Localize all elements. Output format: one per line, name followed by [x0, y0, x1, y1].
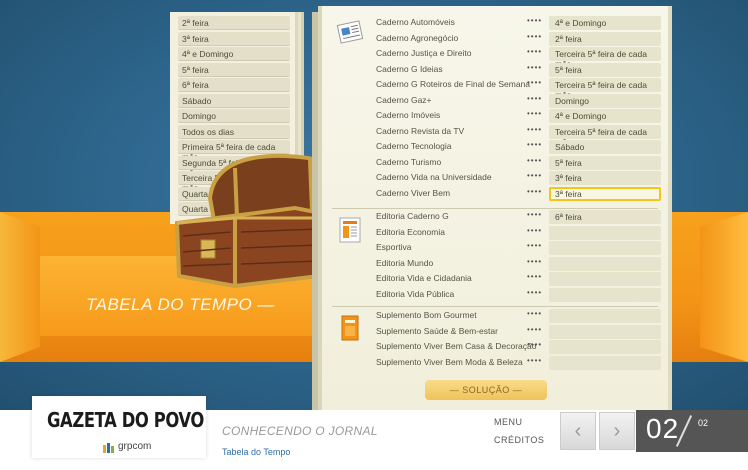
row-label: Suplemento Viver Bem Casa & Decoração — [376, 341, 537, 351]
answer-slot[interactable]: Terceira 5ª feira de cada mês — [549, 124, 661, 147]
day-option[interactable]: Sábado — [178, 93, 290, 108]
answer-slot[interactable]: 4ª e Domingo — [549, 16, 661, 30]
day-option[interactable]: Domingo — [178, 109, 290, 123]
row-label: Caderno Vida na Universidade — [376, 172, 492, 182]
credits-link[interactable]: CRÉDITOS — [494, 435, 544, 445]
row-label: Caderno Revista da TV — [376, 125, 465, 136]
row-dots: •••• — [527, 47, 543, 56]
page-total: 02 — [698, 418, 709, 428]
menu-link[interactable]: MENU — [494, 417, 523, 427]
answer-slot[interactable]: Terceira 5ª feira de cada mês — [549, 47, 661, 69]
answer-slot[interactable] — [549, 355, 661, 370]
answer-slot[interactable] — [549, 225, 661, 240]
prev-page-button[interactable]: ‹ — [560, 412, 596, 450]
answer-slot[interactable]: 2ª feira — [549, 31, 661, 46]
row-label: Suplemento Bom Gourmet — [376, 310, 477, 320]
row-dots: •••• — [527, 62, 543, 72]
row-dots: •••• — [527, 287, 543, 297]
row-dots: •••• — [527, 309, 543, 318]
row-label: Caderno Agronegócio — [376, 32, 459, 43]
row-label: Suplemento Viver Bem Moda & Beleza — [376, 356, 523, 367]
grpcom-logo-icon — [103, 443, 114, 453]
row-dots: •••• — [527, 324, 543, 334]
row-label: Editoria Mundo — [376, 257, 434, 268]
section-divider — [332, 306, 658, 307]
answer-slot[interactable] — [549, 309, 661, 323]
row-dots: •••• — [527, 78, 543, 87]
section-title: CONHECENDO O JORNAL — [222, 424, 378, 438]
row-dots: •••• — [527, 225, 543, 235]
answer-slot[interactable]: Domingo — [549, 93, 661, 108]
solution-button[interactable]: — SOLUÇÃO — — [425, 380, 547, 400]
next-page-button[interactable]: › — [599, 412, 635, 450]
row-dots: •••• — [527, 272, 543, 281]
answer-slot[interactable]: Terceira 5ª feira de cada mês — [549, 78, 661, 100]
row-label: Caderno Justiça e Direito — [376, 48, 472, 58]
row-dots: •••• — [527, 241, 543, 250]
row-label: Caderno Tecnologia — [376, 141, 452, 151]
answer-slot[interactable] — [549, 272, 661, 286]
editoria-section-icon — [339, 217, 361, 243]
day-option[interactable]: Todos os dias — [178, 124, 290, 139]
answer-slot[interactable]: 3ª feira — [549, 186, 661, 201]
band-left-fold — [0, 212, 40, 362]
answer-slot[interactable] — [549, 324, 661, 339]
answer-slot[interactable] — [549, 241, 661, 255]
band-title: TABELA DO TEMPO — — [86, 295, 275, 314]
row-label: Caderno Imóveis — [376, 110, 441, 120]
answer-slot[interactable]: Sábado — [549, 140, 661, 154]
row-dots: •••• — [527, 31, 543, 41]
row-dots: •••• — [527, 155, 543, 165]
day-option[interactable]: 6ª feira — [178, 78, 290, 92]
answer-slot[interactable] — [549, 287, 661, 302]
day-option[interactable]: 5ª feira — [178, 62, 290, 77]
page-subtitle[interactable]: Tabela do Tempo — [222, 447, 290, 457]
row-label: Esportiva — [376, 242, 412, 252]
row-label: Caderno Viver Bem — [376, 187, 451, 198]
row-label: Editoria Economia — [376, 226, 445, 237]
answer-slot[interactable]: 3ª feira — [549, 171, 661, 185]
day-option[interactable]: 3ª feira — [178, 31, 290, 46]
row-dots: •••• — [527, 140, 543, 149]
row-dots: •••• — [527, 171, 543, 180]
row-label: Caderno Turismo — [376, 156, 442, 167]
row-dots: •••• — [527, 186, 543, 196]
row-label: Caderno Gaz+ — [376, 94, 432, 105]
band-right-fold — [700, 212, 748, 362]
row-dots: •••• — [527, 340, 543, 349]
answer-slot[interactable]: 5ª feira — [549, 155, 661, 170]
answer-slot[interactable]: 5ª feira — [549, 62, 661, 77]
row-dots: •••• — [527, 124, 543, 134]
row-label: Caderno Automóveis — [376, 17, 455, 27]
newspaper-section-icon — [336, 20, 364, 44]
grpcom-brand: grpcom — [118, 441, 152, 452]
row-dots: •••• — [527, 210, 543, 219]
row-dots: •••• — [527, 355, 543, 365]
gazeta-logo: GAZETA DO POVO — [47, 408, 204, 432]
row-label: Editoria Vida Pública — [376, 288, 455, 299]
answer-slot[interactable] — [549, 256, 661, 271]
section-divider — [332, 208, 658, 209]
row-label: Editoria Vida e Cidadania — [376, 273, 472, 283]
paper-stack-shadow — [312, 12, 322, 410]
chevron-right-icon: › — [613, 420, 621, 442]
row-dots: •••• — [527, 109, 543, 118]
answer-slot[interactable] — [549, 340, 661, 354]
row-dots: •••• — [527, 256, 543, 266]
chevron-left-icon: ‹ — [574, 420, 582, 442]
row-label: Editoria Caderno G — [376, 211, 449, 221]
row-dots: •••• — [527, 16, 543, 25]
day-option[interactable]: 2ª feira — [178, 16, 290, 30]
answer-slot[interactable]: 4ª e Domingo — [549, 109, 661, 123]
row-label: Suplemento Saúde & Bem-estar — [376, 325, 498, 336]
row-dots: •••• — [527, 93, 543, 103]
page-current: 02 — [646, 413, 680, 444]
day-option[interactable]: 4ª e Domingo — [178, 47, 290, 61]
answer-slot[interactable]: 6ª feira — [549, 210, 661, 224]
stage: TABELA DO TEMPO — 2ª feira 3ª feira 4ª e D… — [0, 0, 748, 410]
row-label: Caderno G Roteiros de Final de Semana — [376, 79, 531, 89]
suplemento-section-icon — [341, 315, 359, 341]
row-label: Caderno G Ideias — [376, 63, 443, 74]
